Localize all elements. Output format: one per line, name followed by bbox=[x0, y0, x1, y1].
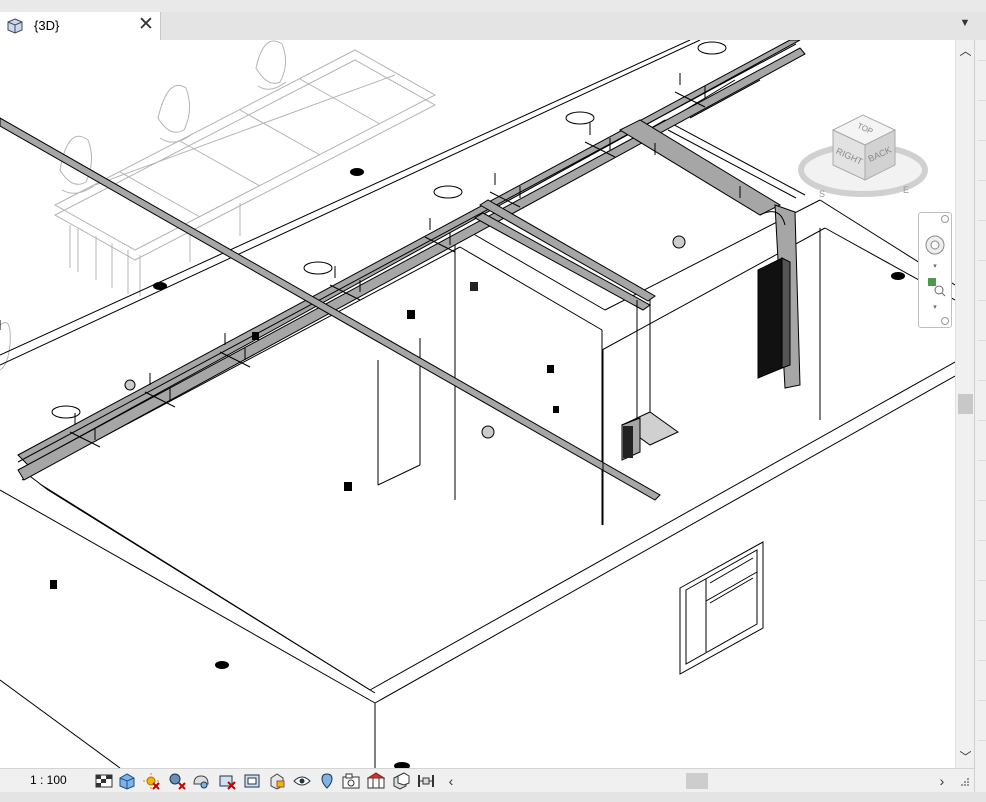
window bbox=[679, 541, 764, 675]
svg-text:▾: ▾ bbox=[933, 263, 937, 270]
compass-east-label[interactable]: E bbox=[903, 185, 909, 195]
horizontal-scroll-thumb[interactable] bbox=[686, 773, 708, 789]
view-control-bar: 1 : 100 ‹ › bbox=[0, 768, 974, 793]
navbar-options-icon[interactable] bbox=[941, 317, 949, 325]
close-tab-button[interactable]: ✕ bbox=[136, 14, 156, 36]
bottom-strip bbox=[0, 792, 986, 802]
show-rendering-dialog-icon[interactable] bbox=[192, 772, 210, 790]
ceiling-light-fixtures bbox=[51, 41, 727, 419]
crop-view-icon[interactable] bbox=[218, 772, 236, 790]
show-analytical-model-icon[interactable] bbox=[367, 772, 385, 790]
tab-title: {3D} bbox=[34, 18, 60, 33]
vertical-scroll-thumb[interactable] bbox=[958, 394, 973, 414]
vertical-scrollbar[interactable]: ︿ ﹀ bbox=[955, 40, 975, 768]
scroll-right-button[interactable]: › bbox=[935, 771, 949, 791]
3d-model-viewport[interactable]: TOP RIGHT BACK S E ▾ ▾ bbox=[0, 40, 955, 768]
compass-south-label[interactable]: S bbox=[819, 189, 825, 199]
shadows-icon[interactable] bbox=[168, 772, 186, 790]
steering-wheel-icon[interactable] bbox=[925, 235, 945, 255]
zoom-icon[interactable] bbox=[928, 278, 946, 297]
office-furniture bbox=[0, 40, 437, 371]
branch-cable-trays bbox=[474, 119, 801, 525]
diagonal-conduit-run bbox=[0, 117, 661, 501]
3d-view-cube-icon bbox=[7, 18, 23, 34]
view-scale[interactable]: 1 : 100 bbox=[30, 773, 67, 787]
reveal-constraints-icon[interactable] bbox=[417, 772, 435, 790]
resize-grip-icon[interactable] bbox=[960, 777, 970, 787]
tab-3d-view[interactable]: {3D} ✕ bbox=[0, 12, 161, 40]
right-edge-panel bbox=[974, 40, 986, 802]
navbar-close-icon[interactable] bbox=[941, 215, 949, 223]
navigation-bar-tools: ▾ ▾ bbox=[925, 215, 949, 325]
temporary-hide-isolate-icon[interactable] bbox=[293, 772, 311, 790]
temporary-view-properties-icon[interactable] bbox=[342, 772, 360, 790]
ceiling-devices bbox=[50, 168, 905, 768]
top-strip bbox=[0, 0, 986, 12]
show-crop-region-icon[interactable] bbox=[243, 772, 261, 790]
view-tab-strip: {3D} ✕ ▼ bbox=[0, 12, 986, 41]
highlight-displacement-icon[interactable] bbox=[392, 772, 410, 790]
reveal-hidden-elements-icon[interactable] bbox=[318, 772, 336, 790]
detail-level-icon[interactable] bbox=[95, 772, 113, 790]
navigation-bar: ▾ ▾ bbox=[918, 212, 952, 328]
visual-style-icon[interactable] bbox=[118, 772, 136, 790]
sun-path-icon[interactable] bbox=[142, 772, 160, 790]
unlock-3d-view-icon[interactable] bbox=[268, 772, 286, 790]
scroll-down-button[interactable]: ﹀ bbox=[956, 748, 975, 766]
scroll-left-button[interactable]: ‹ bbox=[444, 771, 458, 791]
tab-menu-dropdown-icon[interactable]: ▼ bbox=[958, 17, 972, 33]
svg-text:▾: ▾ bbox=[933, 304, 937, 311]
scroll-up-button[interactable]: ︿ bbox=[956, 42, 975, 60]
viewcube[interactable]: TOP RIGHT BACK S E bbox=[795, 95, 935, 205]
